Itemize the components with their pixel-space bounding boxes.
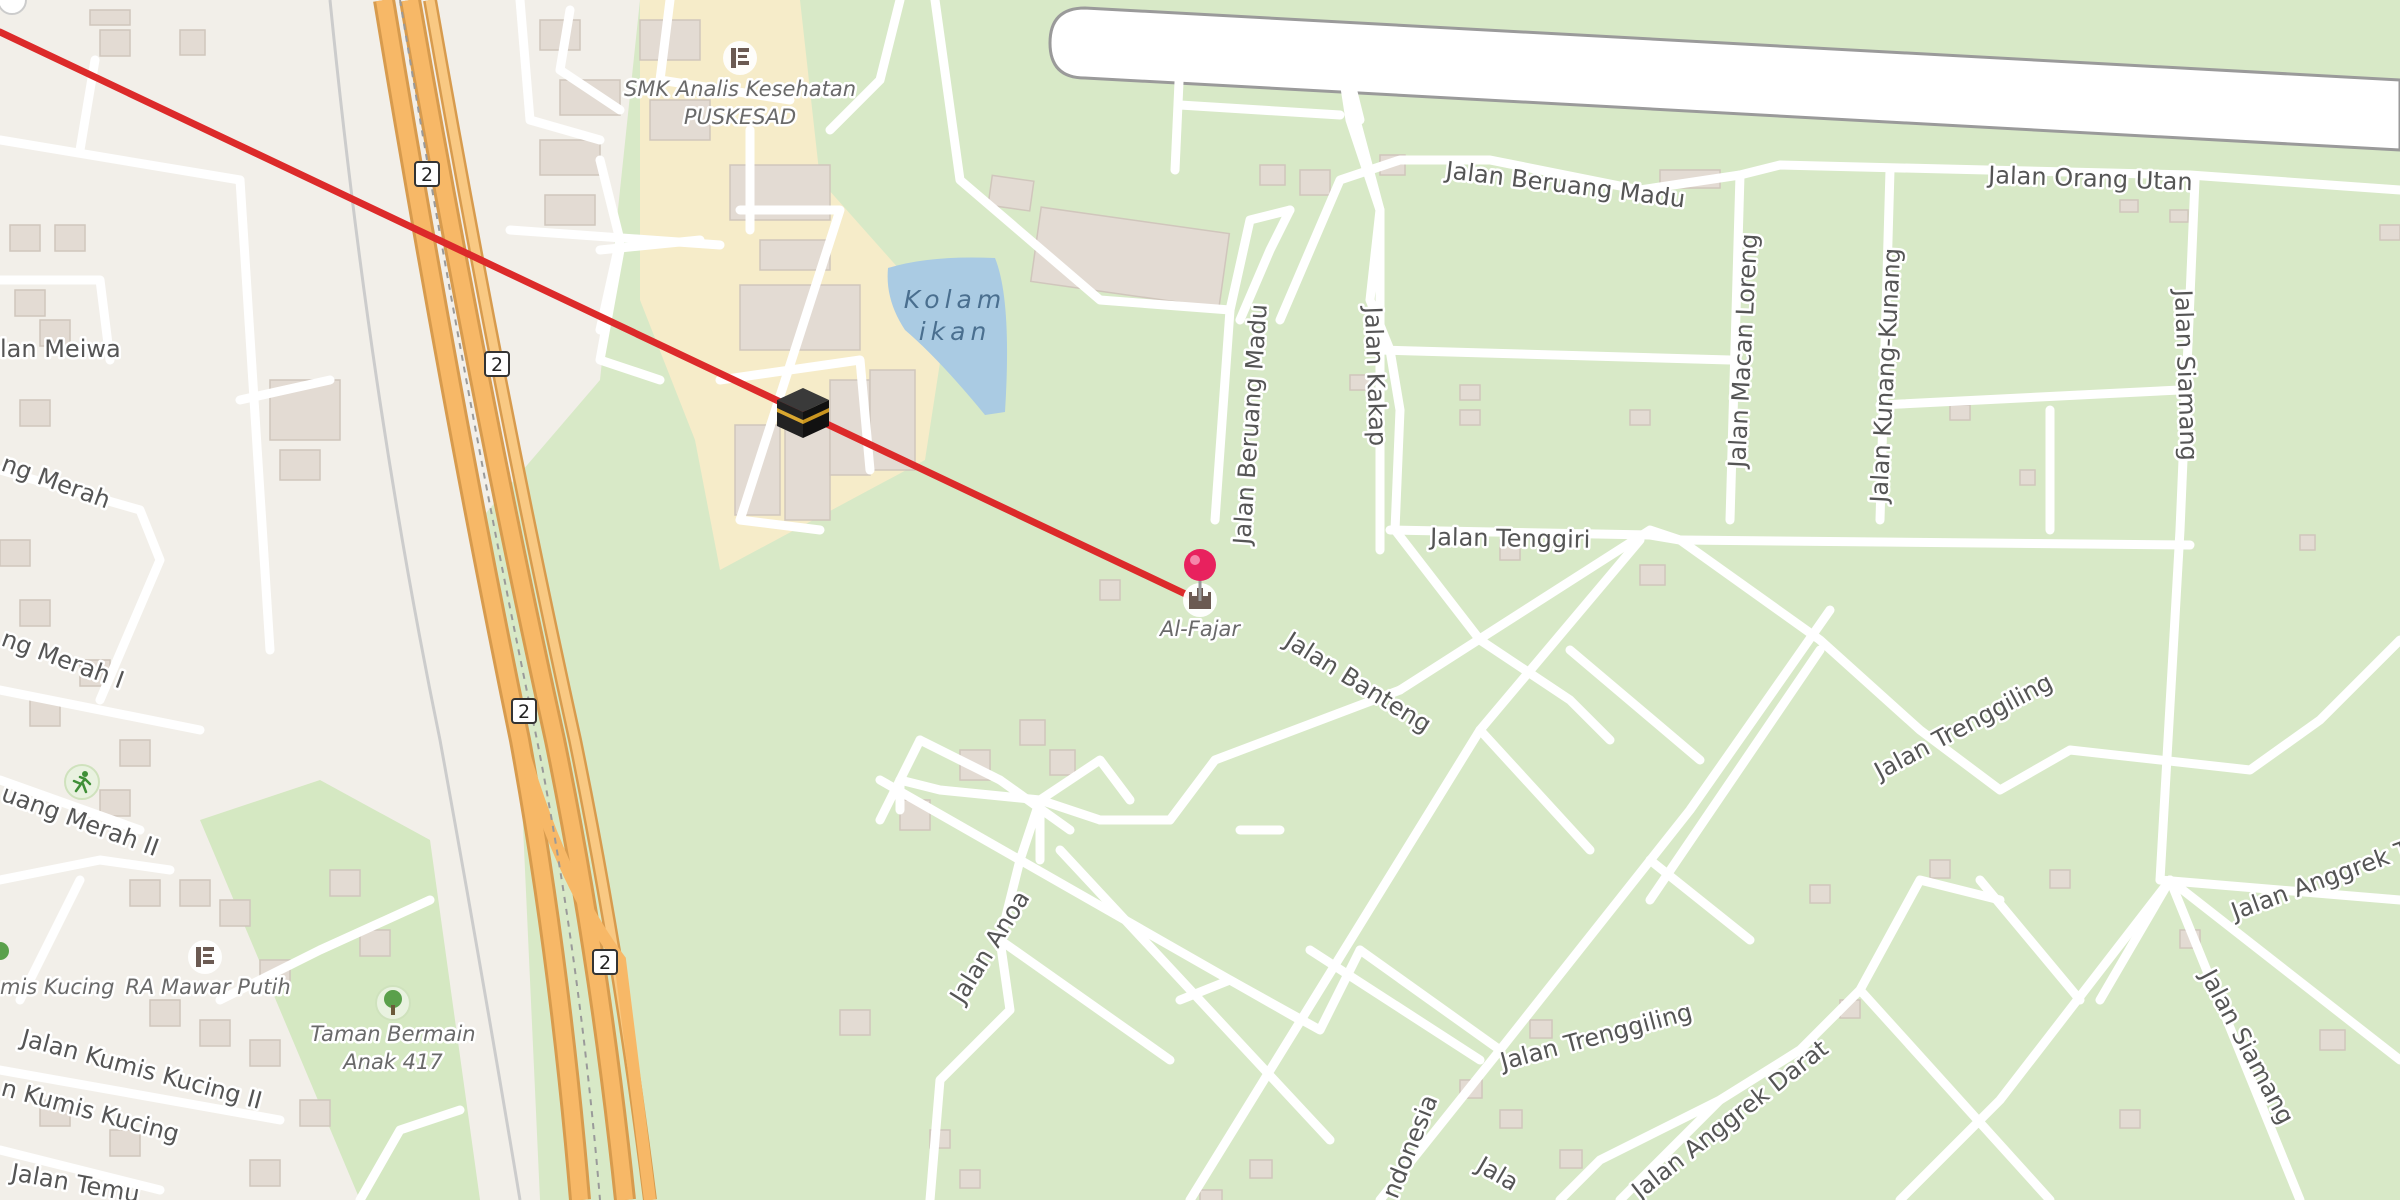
street-label-kakap: Jalan Kakap [1359, 304, 1392, 446]
svg-text:2: 2 [421, 164, 433, 186]
poi-label-ra-mawar-putih: RA Mawar Putih [125, 975, 290, 999]
svg-text:2: 2 [491, 354, 503, 376]
route-shield-2: 2 [484, 351, 510, 377]
route-shield-3: 2 [511, 698, 537, 724]
poi-label-taman-1: Taman Bermain [310, 1022, 475, 1046]
school-icon[interactable] [723, 41, 757, 75]
tree-icon[interactable] [375, 985, 411, 1021]
route-shield-1: 2 [414, 161, 440, 187]
water-label-line-1: Kolam [904, 285, 1006, 314]
route-shield-4: 2 [592, 949, 618, 975]
svg-text:2: 2 [518, 701, 530, 723]
poi-label-taman-2: Anak 417 [341, 1050, 443, 1074]
poi-label-smk-2: PUSKESAD [684, 105, 796, 129]
street-label-meiwa: lan Meiwa [0, 335, 121, 363]
running-icon[interactable] [64, 764, 100, 800]
poi-label-mis-kucing: mis Kucing [0, 975, 114, 999]
street-label-tenggiri: Jalan Tenggiri [1428, 523, 1591, 554]
kindergarten-icon[interactable] [188, 940, 222, 974]
poi-label-al-fajar: Al-Fajar [1158, 617, 1241, 641]
svg-text:2: 2 [599, 952, 611, 974]
map-canvas[interactable]: 2 2 2 2 Jalan Beruang Madu Jalan Orang U… [0, 0, 2400, 1200]
water-label-line-2: ikan [919, 317, 992, 346]
poi-label-smk-1: SMK Analis Kesehatan [624, 77, 856, 101]
